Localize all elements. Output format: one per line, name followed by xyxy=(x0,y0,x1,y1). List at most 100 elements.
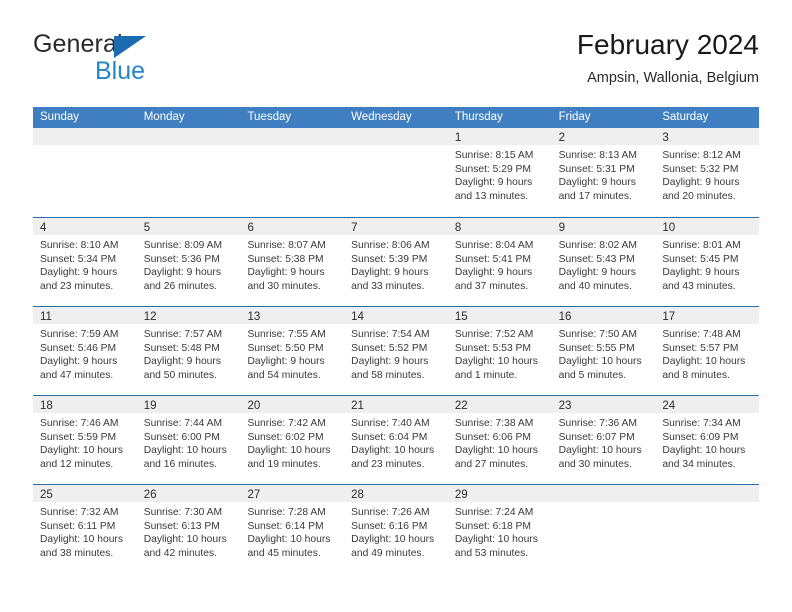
day-number-band: 23 xyxy=(551,396,656,413)
sunrise-text: Sunrise: 7:59 AM xyxy=(40,329,119,340)
daylight-text-line1: Daylight: 9 hours xyxy=(247,356,325,368)
day-details: Sunrise: 7:24 AM Sunset: 6:18 PM Dayligh… xyxy=(448,502,552,560)
day-cell[interactable]: 19 Sunrise: 7:44 AM Sunset: 6:00 PM Dayl… xyxy=(136,396,241,484)
day-details: Sunrise: 8:06 AM Sunset: 5:39 PM Dayligh… xyxy=(344,235,448,293)
sunset-text: Sunset: 6:11 PM xyxy=(40,520,116,532)
calendar-grid: Sunday Monday Tuesday Wednesday Thursday… xyxy=(33,107,760,573)
day-details: Sunrise: 8:12 AM Sunset: 5:32 PM Dayligh… xyxy=(655,145,759,203)
day-details: Sunrise: 7:38 AM Sunset: 6:06 PM Dayligh… xyxy=(448,413,552,471)
daylight-text-line2: and 40 minutes. xyxy=(558,280,632,292)
day-cell[interactable] xyxy=(344,128,448,217)
daylight-text-line2: and 17 minutes. xyxy=(558,190,632,202)
day-cell[interactable]: 28 Sunrise: 7:26 AM Sunset: 6:16 PM Dayl… xyxy=(344,485,448,573)
day-details xyxy=(33,145,137,149)
day-cell[interactable]: 9 Sunrise: 8:02 AM Sunset: 5:43 PM Dayli… xyxy=(551,218,656,306)
day-number: 13 xyxy=(247,311,261,323)
sunset-text: Sunset: 5:57 PM xyxy=(662,342,739,354)
day-cell[interactable]: 11 Sunrise: 7:59 AM Sunset: 5:46 PM Dayl… xyxy=(33,307,137,395)
sunset-text: Sunset: 5:41 PM xyxy=(454,253,532,265)
day-number: 12 xyxy=(143,311,157,323)
day-number-band: 21 xyxy=(344,396,448,413)
sunrise-text: Sunrise: 8:13 AM xyxy=(558,150,638,161)
daylight-text-line2: and 42 minutes. xyxy=(143,547,217,559)
day-cell[interactable]: 4 Sunrise: 8:10 AM Sunset: 5:34 PM Dayli… xyxy=(33,218,137,306)
sunrise-text: Sunrise: 7:32 AM xyxy=(40,507,119,518)
day-details: Sunrise: 7:36 AM Sunset: 6:07 PM Dayligh… xyxy=(552,413,656,471)
daylight-text-line1: Daylight: 10 hours xyxy=(454,356,538,368)
day-cell[interactable] xyxy=(33,128,137,217)
day-cell[interactable]: 13 Sunrise: 7:55 AM Sunset: 5:50 PM Dayl… xyxy=(240,307,345,395)
day-number: 23 xyxy=(558,400,572,412)
day-number-band: 1 xyxy=(447,128,552,145)
day-cell[interactable]: 7 Sunrise: 8:06 AM Sunset: 5:39 PM Dayli… xyxy=(344,218,448,306)
day-cell[interactable] xyxy=(551,485,656,573)
daylight-text-line2: and 16 minutes. xyxy=(143,458,217,470)
daylight-text-line2: and 23 minutes. xyxy=(40,280,114,292)
day-details xyxy=(552,502,656,506)
day-cell[interactable]: 27 Sunrise: 7:28 AM Sunset: 6:14 PM Dayl… xyxy=(240,485,345,573)
day-details: Sunrise: 7:34 AM Sunset: 6:09 PM Dayligh… xyxy=(655,413,759,471)
sunrise-text: Sunrise: 7:48 AM xyxy=(662,329,741,340)
sunset-text: Sunset: 6:14 PM xyxy=(247,520,324,532)
day-number-band xyxy=(136,128,241,145)
day-cell[interactable] xyxy=(136,128,241,217)
day-number: 14 xyxy=(351,311,364,323)
daylight-text-line2: and 23 minutes. xyxy=(351,458,425,470)
day-cell[interactable] xyxy=(655,485,760,573)
day-cell[interactable]: 5 Sunrise: 8:09 AM Sunset: 5:36 PM Dayli… xyxy=(136,218,241,306)
day-cell[interactable]: 23 Sunrise: 7:36 AM Sunset: 6:07 PM Dayl… xyxy=(551,396,656,484)
day-details: Sunrise: 7:54 AM Sunset: 5:52 PM Dayligh… xyxy=(344,324,448,382)
day-cell[interactable]: 12 Sunrise: 7:57 AM Sunset: 5:48 PM Dayl… xyxy=(136,307,241,395)
day-cell[interactable]: 15 Sunrise: 7:52 AM Sunset: 5:53 PM Dayl… xyxy=(447,307,552,395)
day-cell[interactable]: 25 Sunrise: 7:32 AM Sunset: 6:11 PM Dayl… xyxy=(33,485,137,573)
day-cell[interactable] xyxy=(240,128,345,217)
day-number-band: 27 xyxy=(240,485,345,502)
day-cell[interactable]: 16 Sunrise: 7:50 AM Sunset: 5:55 PM Dayl… xyxy=(551,307,656,395)
day-number: 19 xyxy=(143,400,157,412)
day-number: 1 xyxy=(454,132,462,144)
day-cell[interactable]: 20 Sunrise: 7:42 AM Sunset: 6:02 PM Dayl… xyxy=(240,396,345,484)
day-number: 4 xyxy=(40,222,47,234)
sunrise-text: Sunrise: 7:46 AM xyxy=(40,418,119,429)
sunset-text: Sunset: 5:36 PM xyxy=(143,253,220,265)
weekday-tuesday: Tuesday xyxy=(247,111,292,123)
day-details: Sunrise: 7:57 AM Sunset: 5:48 PM Dayligh… xyxy=(137,324,241,382)
day-cell[interactable]: 21 Sunrise: 7:40 AM Sunset: 6:04 PM Dayl… xyxy=(344,396,448,484)
daylight-text-line2: and 19 minutes. xyxy=(247,458,321,470)
sunrise-text: Sunrise: 8:09 AM xyxy=(143,240,223,251)
day-cell[interactable]: 3 Sunrise: 8:12 AM Sunset: 5:32 PM Dayli… xyxy=(655,128,760,217)
sunset-text: Sunset: 6:02 PM xyxy=(247,431,324,443)
daylight-text-line1: Daylight: 10 hours xyxy=(662,356,746,368)
day-number: 24 xyxy=(662,400,676,412)
sunrise-text: Sunrise: 8:02 AM xyxy=(558,240,638,251)
daylight-text-line2: and 37 minutes. xyxy=(454,280,529,292)
general-blue-logo[interactable]: General Blue xyxy=(33,30,253,88)
day-cell[interactable]: 2 Sunrise: 8:13 AM Sunset: 5:31 PM Dayli… xyxy=(551,128,656,217)
day-cell[interactable]: 6 Sunrise: 8:07 AM Sunset: 5:38 PM Dayli… xyxy=(240,218,345,306)
day-details: Sunrise: 7:28 AM Sunset: 6:14 PM Dayligh… xyxy=(240,502,344,560)
day-number-band: 15 xyxy=(447,307,552,324)
daylight-text-line2: and 8 minutes. xyxy=(662,369,730,381)
day-cell[interactable]: 8 Sunrise: 8:04 AM Sunset: 5:41 PM Dayli… xyxy=(447,218,552,306)
page-title: February 2024 xyxy=(576,29,759,60)
day-number-band: 4 xyxy=(33,218,137,235)
day-cell[interactable]: 14 Sunrise: 7:54 AM Sunset: 5:52 PM Dayl… xyxy=(344,307,448,395)
daylight-text-line1: Daylight: 9 hours xyxy=(662,177,740,189)
day-cell[interactable]: 18 Sunrise: 7:46 AM Sunset: 5:59 PM Dayl… xyxy=(33,396,137,484)
day-number-band: 12 xyxy=(136,307,241,324)
sunset-text: Sunset: 5:31 PM xyxy=(558,163,635,175)
day-cell[interactable]: 10 Sunrise: 8:01 AM Sunset: 5:45 PM Dayl… xyxy=(655,218,760,306)
day-number-band: 20 xyxy=(240,396,345,413)
day-cell[interactable]: 17 Sunrise: 7:48 AM Sunset: 5:57 PM Dayl… xyxy=(655,307,760,395)
daylight-text-line2: and 43 minutes. xyxy=(662,280,736,292)
day-cell[interactable]: 29 Sunrise: 7:24 AM Sunset: 6:18 PM Dayl… xyxy=(447,485,552,573)
day-cell[interactable]: 1 Sunrise: 8:15 AM Sunset: 5:29 PM Dayli… xyxy=(447,128,552,217)
day-cell[interactable]: 24 Sunrise: 7:34 AM Sunset: 6:09 PM Dayl… xyxy=(655,396,760,484)
sunset-text: Sunset: 5:38 PM xyxy=(247,253,324,265)
day-cell[interactable]: 22 Sunrise: 7:38 AM Sunset: 6:06 PM Dayl… xyxy=(447,396,552,484)
day-cell[interactable]: 26 Sunrise: 7:30 AM Sunset: 6:13 PM Dayl… xyxy=(136,485,241,573)
sunset-text: Sunset: 5:48 PM xyxy=(143,342,220,354)
sunrise-text: Sunrise: 7:42 AM xyxy=(247,418,326,429)
day-details: Sunrise: 8:15 AM Sunset: 5:29 PM Dayligh… xyxy=(448,145,552,203)
daylight-text-line2: and 1 minute. xyxy=(454,369,518,381)
